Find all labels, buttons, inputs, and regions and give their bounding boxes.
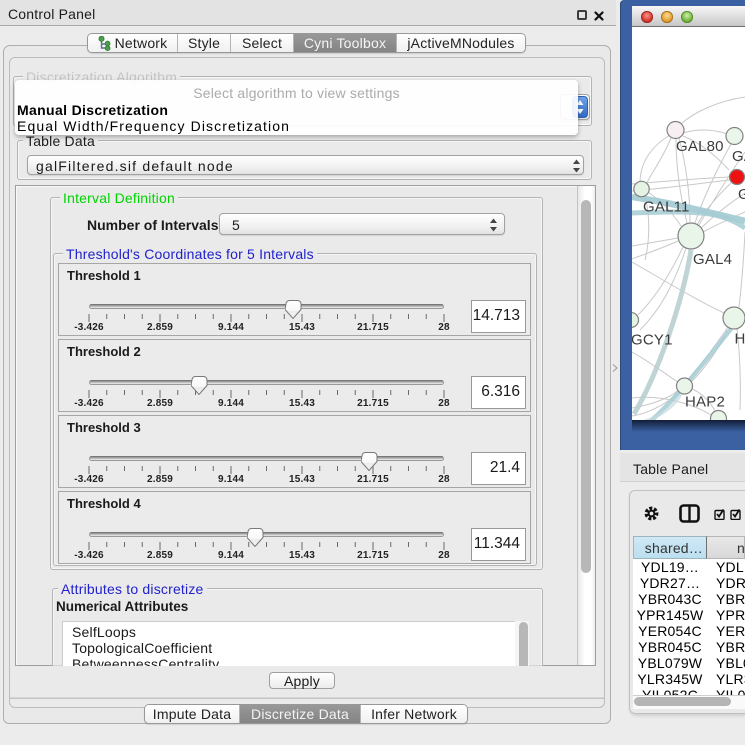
svg-text:H: H	[735, 331, 745, 348]
svg-text:G: G	[738, 186, 745, 203]
svg-text:HAP2: HAP2	[685, 394, 725, 411]
svg-text:GAL11: GAL11	[643, 199, 690, 216]
svg-text:GA: GA	[732, 148, 745, 165]
svg-text:GAL4: GAL4	[693, 251, 732, 268]
svg-text:GAL80: GAL80	[676, 138, 724, 155]
svg-text:GCY1: GCY1	[632, 332, 673, 349]
